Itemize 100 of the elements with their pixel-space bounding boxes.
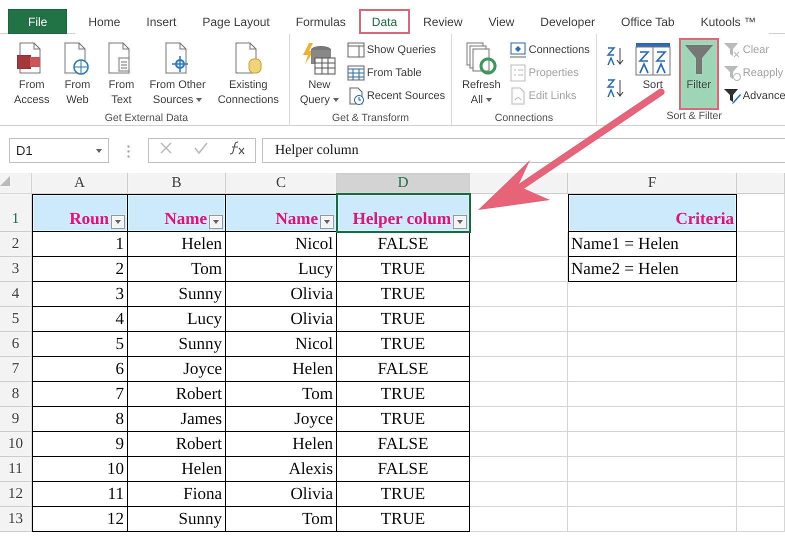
column-header[interactable]: C bbox=[226, 173, 337, 194]
table-cell: 1 bbox=[32, 232, 128, 257]
empty-cell[interactable] bbox=[568, 432, 737, 457]
table-cell: Helen bbox=[226, 357, 337, 382]
empty-cell[interactable] bbox=[568, 307, 737, 332]
ribbon-button[interactable]: Advance bbox=[722, 86, 785, 106]
ribbon-button[interactable]: From Access bbox=[10, 38, 54, 112]
empty-cell[interactable] bbox=[568, 282, 737, 307]
row-header[interactable]: 2 bbox=[0, 232, 32, 257]
row-header[interactable]: 7 bbox=[0, 357, 32, 382]
empty-cell[interactable] bbox=[470, 357, 568, 382]
empty-cell[interactable] bbox=[737, 282, 785, 307]
empty-cell[interactable] bbox=[568, 507, 737, 532]
ribbon-button[interactable]: Recent Sources bbox=[346, 86, 446, 106]
empty-cell[interactable] bbox=[737, 257, 785, 282]
filter-dropdown-button[interactable] bbox=[111, 215, 125, 229]
empty-cell[interactable] bbox=[737, 232, 785, 257]
row-header[interactable]: 11 bbox=[0, 457, 32, 482]
ribbon-button[interactable]: Filter bbox=[678, 38, 719, 110]
ribbon-button[interactable]: Existing Connections bbox=[214, 38, 283, 112]
column-header[interactable] bbox=[737, 173, 785, 194]
ribbon-button[interactable]: From Web bbox=[57, 38, 98, 112]
empty-cell[interactable] bbox=[470, 307, 568, 332]
column-header[interactable]: B bbox=[128, 173, 226, 194]
monitor-icon bbox=[508, 41, 527, 59]
filter-dropdown-button[interactable] bbox=[209, 215, 223, 229]
ribbon-button[interactable]: From Table bbox=[346, 63, 446, 83]
group-label: Get External Data bbox=[104, 112, 188, 125]
empty-cell[interactable] bbox=[568, 482, 737, 507]
table-cell: TRUE bbox=[337, 332, 470, 357]
filter-dropdown-button[interactable] bbox=[453, 215, 467, 229]
empty-cell[interactable] bbox=[737, 407, 785, 432]
ribbon-button[interactable]: From Text bbox=[101, 38, 142, 112]
header-cell[interactable]: Name bbox=[226, 194, 337, 232]
empty-cell[interactable] bbox=[470, 282, 568, 307]
row-header[interactable]: 12 bbox=[0, 482, 32, 507]
table-cell: 9 bbox=[32, 432, 128, 457]
formula-field[interactable]: Helper column bbox=[262, 138, 785, 163]
ribbon-button[interactable]: New Query bbox=[296, 38, 343, 112]
table-cell: 8 bbox=[32, 407, 128, 432]
file-tab[interactable]: File bbox=[8, 9, 68, 34]
header-text: Criteria bbox=[675, 209, 734, 229]
empty-cell[interactable] bbox=[568, 382, 737, 407]
row-header[interactable]: 3 bbox=[0, 257, 32, 282]
ribbon-button[interactable]: From Other Sources bbox=[145, 38, 210, 112]
table-cell: Nicol bbox=[226, 232, 337, 257]
empty-cell[interactable] bbox=[568, 357, 737, 382]
empty-cell[interactable] bbox=[737, 432, 785, 457]
empty-cell[interactable] bbox=[470, 382, 568, 407]
row-header[interactable]: 10 bbox=[0, 432, 32, 457]
row-header[interactable]: 13 bbox=[0, 507, 32, 532]
ribbon-button[interactable]: Sort bbox=[630, 38, 675, 110]
empty-cell[interactable] bbox=[568, 332, 737, 357]
ribbon-button[interactable]: Connections bbox=[508, 40, 590, 60]
empty-cell[interactable] bbox=[470, 232, 568, 257]
row-header[interactable]: 9 bbox=[0, 407, 32, 432]
table-cell: FALSE bbox=[337, 357, 470, 382]
empty-cell[interactable] bbox=[470, 432, 568, 457]
empty-cell[interactable] bbox=[737, 457, 785, 482]
table-cell: Robert bbox=[128, 382, 226, 407]
empty-cell[interactable] bbox=[737, 507, 785, 532]
row-header[interactable]: 5 bbox=[0, 307, 32, 332]
empty-cell[interactable] bbox=[470, 507, 568, 532]
ribbon-button[interactable]: Show Queries bbox=[346, 40, 446, 60]
header-cell[interactable]: Helper colum bbox=[337, 194, 470, 232]
empty-cell[interactable] bbox=[737, 382, 785, 407]
empty-cell[interactable] bbox=[470, 332, 568, 357]
ribbon-button[interactable]: Refresh All bbox=[458, 38, 505, 112]
caret-icon bbox=[96, 148, 102, 152]
table-icon bbox=[346, 64, 365, 82]
table-cell: Sunny bbox=[128, 282, 226, 307]
row-header[interactable]: 4 bbox=[0, 282, 32, 307]
name-box[interactable]: D1 bbox=[9, 138, 109, 163]
empty-cell[interactable] bbox=[568, 407, 737, 432]
empty-cell[interactable] bbox=[470, 482, 568, 507]
filter-dropdown-button[interactable] bbox=[320, 215, 334, 229]
empty-cell[interactable] bbox=[737, 307, 785, 332]
column-header[interactable]: F bbox=[568, 173, 737, 194]
empty-cell[interactable] bbox=[737, 357, 785, 382]
table-cell: Helen bbox=[226, 432, 337, 457]
column-header[interactable]: A bbox=[32, 173, 128, 194]
table-cell: James bbox=[128, 407, 226, 432]
header-cell[interactable]: Roun bbox=[32, 194, 128, 232]
ribbon-tab[interactable]: Data bbox=[358, 9, 410, 34]
empty-cell[interactable] bbox=[470, 257, 568, 282]
function-icon bbox=[228, 141, 245, 155]
empty-cell[interactable] bbox=[470, 407, 568, 432]
row-header[interactable]: 6 bbox=[0, 332, 32, 357]
empty-cell[interactable] bbox=[470, 457, 568, 482]
header-cell[interactable]: Name bbox=[128, 194, 226, 232]
row-header[interactable]: 8 bbox=[0, 382, 32, 407]
header-cell[interactable]: Criteria bbox=[568, 194, 737, 232]
empty-cell[interactable] bbox=[568, 457, 737, 482]
empty-cell[interactable] bbox=[737, 332, 785, 357]
table-cell: Fiona bbox=[128, 482, 226, 507]
column-header[interactable]: D bbox=[337, 173, 470, 194]
row-header[interactable]: 1 bbox=[0, 194, 32, 232]
table-cell: Alexis bbox=[226, 457, 337, 482]
header-text: Name bbox=[164, 209, 207, 229]
empty-cell[interactable] bbox=[737, 482, 785, 507]
